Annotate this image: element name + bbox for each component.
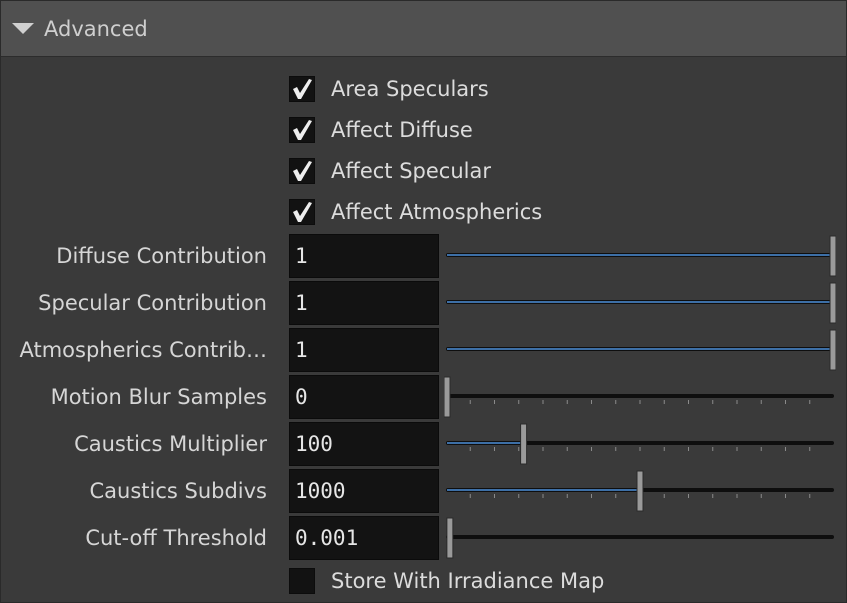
caustics-subdivs-row: Caustics Subdivs 1000: [1, 469, 846, 513]
advanced-section-header[interactable]: Advanced: [1, 1, 846, 57]
cutoff-threshold-slider[interactable]: [444, 516, 836, 560]
slider-fill: [447, 348, 834, 350]
specular-contribution-field[interactable]: 1: [289, 281, 439, 325]
specular-contribution-row: Specular Contribution 1: [1, 281, 846, 325]
slider-graphic: [446, 423, 834, 465]
slider-track: [446, 394, 834, 398]
slider-fill: [447, 254, 834, 256]
diffuse-contribution-slider[interactable]: [444, 234, 836, 278]
slider-graphic: [446, 517, 834, 559]
cutoff-threshold-row: Cut-off Threshold 0.001: [1, 516, 846, 560]
motion-blur-samples-slider[interactable]: [444, 375, 836, 419]
advanced-panel: Advanced Area Speculars Affect Diffuse A…: [0, 0, 847, 603]
slider-fill: [447, 489, 640, 491]
affect-diffuse-checkbox[interactable]: [289, 117, 315, 143]
caustics-subdivs-label: Caustics Subdivs: [89, 479, 267, 503]
slider-handle: [446, 517, 454, 559]
store-with-irradiance-map-label: Store With Irradiance Map: [331, 569, 605, 593]
specular-contribution-slider[interactable]: [444, 281, 836, 325]
affect-diffuse-row: Affect Diffuse: [289, 116, 473, 144]
caustics-multiplier-field[interactable]: 100: [289, 422, 439, 466]
area-speculars-checkbox[interactable]: [289, 76, 315, 102]
affect-atmospherics-row: Affect Atmospherics: [289, 198, 542, 226]
checkmark-icon: [293, 79, 312, 99]
specular-contribution-label: Specular Contribution: [38, 291, 267, 315]
affect-atmospherics-checkbox[interactable]: [289, 199, 315, 225]
cutoff-threshold-field[interactable]: 0.001: [289, 516, 439, 560]
affect-specular-row: Affect Specular: [289, 157, 491, 185]
atmospherics-contribution-slider[interactable]: [444, 328, 836, 372]
slider-graphic: [446, 470, 834, 512]
slider-fill: [447, 301, 834, 303]
section-title: Advanced: [44, 16, 148, 41]
cutoff-threshold-label: Cut-off Threshold: [85, 526, 267, 550]
slider-handle: [829, 329, 836, 371]
caustics-multiplier-label: Caustics Multiplier: [74, 432, 267, 456]
diffuse-contribution-label: Diffuse Contribution: [56, 244, 267, 268]
store-with-irradiance-map-row: Store With Irradiance Map: [289, 567, 604, 595]
slider-handle: [829, 235, 836, 277]
caustics-subdivs-slider[interactable]: [444, 469, 836, 513]
affect-specular-checkbox[interactable]: [289, 158, 315, 184]
slider-track: [446, 535, 834, 539]
slider-handle: [444, 376, 451, 418]
area-speculars-label: Area Speculars: [331, 77, 489, 101]
collapse-triangle-icon[interactable]: [12, 23, 34, 34]
slider-handle: [520, 423, 528, 465]
caustics-subdivs-field[interactable]: 1000: [289, 469, 439, 513]
affect-specular-label: Affect Specular: [331, 159, 491, 183]
slider-graphic: [446, 282, 836, 324]
slider-handle: [636, 470, 644, 512]
diffuse-contribution-row: Diffuse Contribution 1: [1, 234, 846, 278]
atmospherics-contribution-row: Atmospherics Contrib… 1: [1, 328, 846, 372]
slider-handle: [829, 282, 836, 324]
slider-graphic: [446, 329, 836, 371]
atmospherics-contribution-label: Atmospherics Contrib…: [19, 338, 267, 362]
slider-graphic: [446, 235, 836, 277]
slider-fill: [447, 442, 524, 444]
checkmark-icon: [293, 202, 312, 222]
checkmark-icon: [293, 120, 312, 140]
motion-blur-samples-label: Motion Blur Samples: [50, 385, 267, 409]
caustics-multiplier-slider[interactable]: [444, 422, 836, 466]
diffuse-contribution-field[interactable]: 1: [289, 234, 439, 278]
motion-blur-samples-field[interactable]: 0: [289, 375, 439, 419]
checkmark-icon: [293, 161, 312, 181]
affect-diffuse-label: Affect Diffuse: [331, 118, 473, 142]
motion-blur-samples-row: Motion Blur Samples 0: [1, 375, 846, 419]
slider-graphic: [444, 376, 834, 418]
affect-atmospherics-label: Affect Atmospherics: [331, 200, 543, 224]
atmospherics-contribution-field[interactable]: 1: [289, 328, 439, 372]
store-with-irradiance-map-checkbox[interactable]: [289, 568, 315, 594]
area-speculars-row: Area Speculars: [289, 75, 489, 103]
caustics-multiplier-row: Caustics Multiplier 100: [1, 422, 846, 466]
